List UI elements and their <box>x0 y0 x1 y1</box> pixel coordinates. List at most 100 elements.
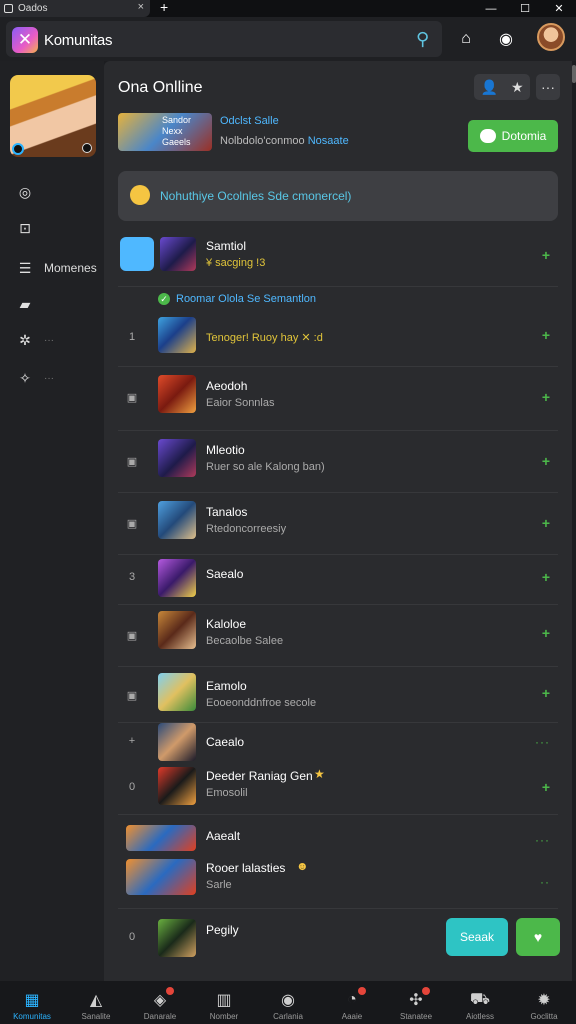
row-title: Aaealt <box>206 829 241 843</box>
sidebar-item-label: ··· <box>44 334 54 346</box>
featured-name[interactable]: Odclst Salle <box>220 115 279 127</box>
list-item[interactable]: 1 Tenoger! Ruoy hay ✕ :d + <box>118 311 558 367</box>
add-button[interactable]: + <box>542 515 550 531</box>
close-window-icon[interactable]: ✕ <box>542 0 576 17</box>
home-icon[interactable]: ⌂ <box>454 27 478 51</box>
list-item[interactable]: ▣ Kaloloe Becaolbe Salee + <box>118 605 558 667</box>
list-icon: ☰ <box>18 259 32 276</box>
list-item[interactable]: ▣ Eamolo Eooeonddnfroe secole + <box>118 667 558 723</box>
profile-avatar[interactable] <box>10 75 96 157</box>
more-button[interactable]: ·· <box>540 875 550 889</box>
add-button[interactable]: + <box>542 327 550 343</box>
clock-icon: ◔ <box>341 987 366 1010</box>
list-item[interactable]: ▣ Mleotio Ruer so ale Kalong ban) + <box>118 431 558 493</box>
nav-label: Carlania <box>273 1012 303 1021</box>
sidebar-item-folder[interactable]: ▰ <box>16 295 44 313</box>
sidebar-item-frame[interactable]: ⊡ <box>16 219 44 237</box>
featured-thumbnail-text: Sandor Nexx Gaeels <box>162 115 192 147</box>
frame-icon: ⊡ <box>19 219 31 236</box>
nav-carlania[interactable]: ◉ Carlania <box>256 981 320 1024</box>
scrollbar[interactable] <box>572 61 576 981</box>
person-icon[interactable]: 👤 <box>481 79 498 96</box>
pin-icon[interactable]: ⚲ <box>416 29 429 50</box>
add-button[interactable]: + <box>542 779 550 795</box>
row-title: Deeder Raniag Gen <box>206 769 313 783</box>
row-rank: ▣ <box>126 690 138 702</box>
nav-label: Danarale <box>143 1012 177 1021</box>
featured-description-link[interactable]: Nosaate <box>308 135 349 147</box>
smile-emoji-icon: ☻ <box>296 859 309 873</box>
list-item[interactable]: ▣ Tanalos Rtedoncorreesiy + <box>118 493 558 555</box>
nav-danarale[interactable]: ◈ Danarale <box>128 981 192 1024</box>
row-title: Aeodoh <box>206 379 248 393</box>
notice-text: Nohuthiye Ocolnles Sde cmonercel) <box>160 189 352 203</box>
row-subtitle: Eaior Sonnlas <box>206 397 275 409</box>
more-button[interactable]: ··· <box>535 833 550 847</box>
building-icon: ▥ <box>216 992 232 1009</box>
folder-icon: ▰ <box>19 295 31 312</box>
list-item[interactable]: + Caealo ··· <box>118 723 558 763</box>
more-options-button[interactable]: ··· <box>536 74 560 100</box>
row-title: Rooer lalasties <box>206 861 286 875</box>
row-thumbnail <box>158 611 196 649</box>
list-item[interactable]: 3 Saealo + <box>118 555 558 605</box>
settings-icon: ✧ <box>19 369 31 386</box>
row-subtitle: Sarle <box>206 879 232 891</box>
sidebar-item-gear[interactable]: ✲ ··· <box>16 331 54 349</box>
app-badge-icon <box>120 237 154 271</box>
add-button[interactable]: + <box>542 569 550 585</box>
nav-aaaie[interactable]: ◔ Aaaie <box>320 981 384 1024</box>
sidebar-item-compass[interactable]: ◎ <box>16 183 44 201</box>
left-sidebar: ◎ ⊡ ☰ Momenes ▰ ✲ ··· ✧ ··· <box>0 61 104 981</box>
row-thumbnail <box>160 237 196 271</box>
emoji-icon <box>130 185 150 205</box>
list-item[interactable]: Aaealt ··· <box>118 821 558 857</box>
row-thumbnail <box>158 501 196 539</box>
star-icon[interactable]: ★ <box>511 79 524 96</box>
row-rank: 0 <box>128 781 136 793</box>
nav-stanatee[interactable]: ✣ Stanatee <box>384 981 448 1024</box>
maximize-icon[interactable]: ☐ <box>508 0 542 17</box>
notification-badge <box>166 987 174 995</box>
more-button[interactable]: ··· <box>535 735 550 749</box>
add-button[interactable]: + <box>542 625 550 641</box>
list-item[interactable]: ▣ Aeodoh Eaior Sonnlas + <box>118 367 558 431</box>
close-tab-icon[interactable]: × <box>138 1 144 13</box>
row-subtitle: ¥ sacging !3 <box>206 257 266 269</box>
os-tab[interactable]: Oados × <box>0 0 150 17</box>
chat-button-label: Dotomia <box>501 129 547 143</box>
featured-thumbnail[interactable]: Sandor Nexx Gaeels <box>118 113 212 151</box>
row-subtitle: Tenoger! Ruoy hay ✕ :d <box>206 332 323 344</box>
sidebar-item-settings[interactable]: ✧ ··· <box>16 369 54 387</box>
add-button[interactable]: + <box>542 247 550 263</box>
notice-banner[interactable]: Nohuthiye Ocolnles Sde cmonercel) <box>118 171 558 221</box>
sidebar-item-momenes[interactable]: ☰ Momenes <box>16 259 97 277</box>
minimize-icon[interactable]: — <box>474 0 508 17</box>
tab-favicon-icon <box>4 4 13 13</box>
status-ring-icon <box>12 143 24 155</box>
chat-button[interactable]: Dotomia <box>468 120 558 152</box>
row-rank: 3 <box>128 571 136 583</box>
user-avatar[interactable] <box>537 23 565 51</box>
list-item[interactable]: Samtiol ¥ sacging !3 + <box>118 233 558 287</box>
search-icon[interactable]: ◉ <box>494 27 518 51</box>
gear-icon: ✲ <box>19 331 31 348</box>
add-button[interactable]: + <box>542 685 550 701</box>
scrollbar-thumb[interactable] <box>572 65 576 83</box>
compass-icon: ◎ <box>18 183 32 200</box>
nav-komunitas[interactable]: ▦ Komunitas <box>0 981 64 1024</box>
seaak-button[interactable]: Seaak <box>446 918 508 956</box>
nav-aiotless[interactable]: ⛟ Aiotless <box>448 981 512 1024</box>
add-button[interactable]: + <box>542 389 550 405</box>
nav-goclitta[interactable]: ✹ Goclitta <box>512 981 576 1024</box>
new-tab-button[interactable]: + <box>160 0 168 15</box>
nav-sanalite[interactable]: ◭ Sanalite <box>64 981 128 1024</box>
nav-nomber[interactable]: ▥ Nomber <box>192 981 256 1024</box>
mountain-icon: ◭ <box>89 992 103 1009</box>
list-item[interactable]: Rooer lalasties ☻ Sarle ·· <box>118 857 558 909</box>
add-button[interactable]: + <box>542 453 550 469</box>
list-item[interactable]: 0 Deeder Raniag Gen ★ Emosolil + <box>118 763 558 815</box>
title-field[interactable]: ✕ Komunitas ⚲ <box>6 21 442 57</box>
like-button[interactable]: ♥ <box>516 918 560 956</box>
row-rank: ▣ <box>126 518 138 530</box>
